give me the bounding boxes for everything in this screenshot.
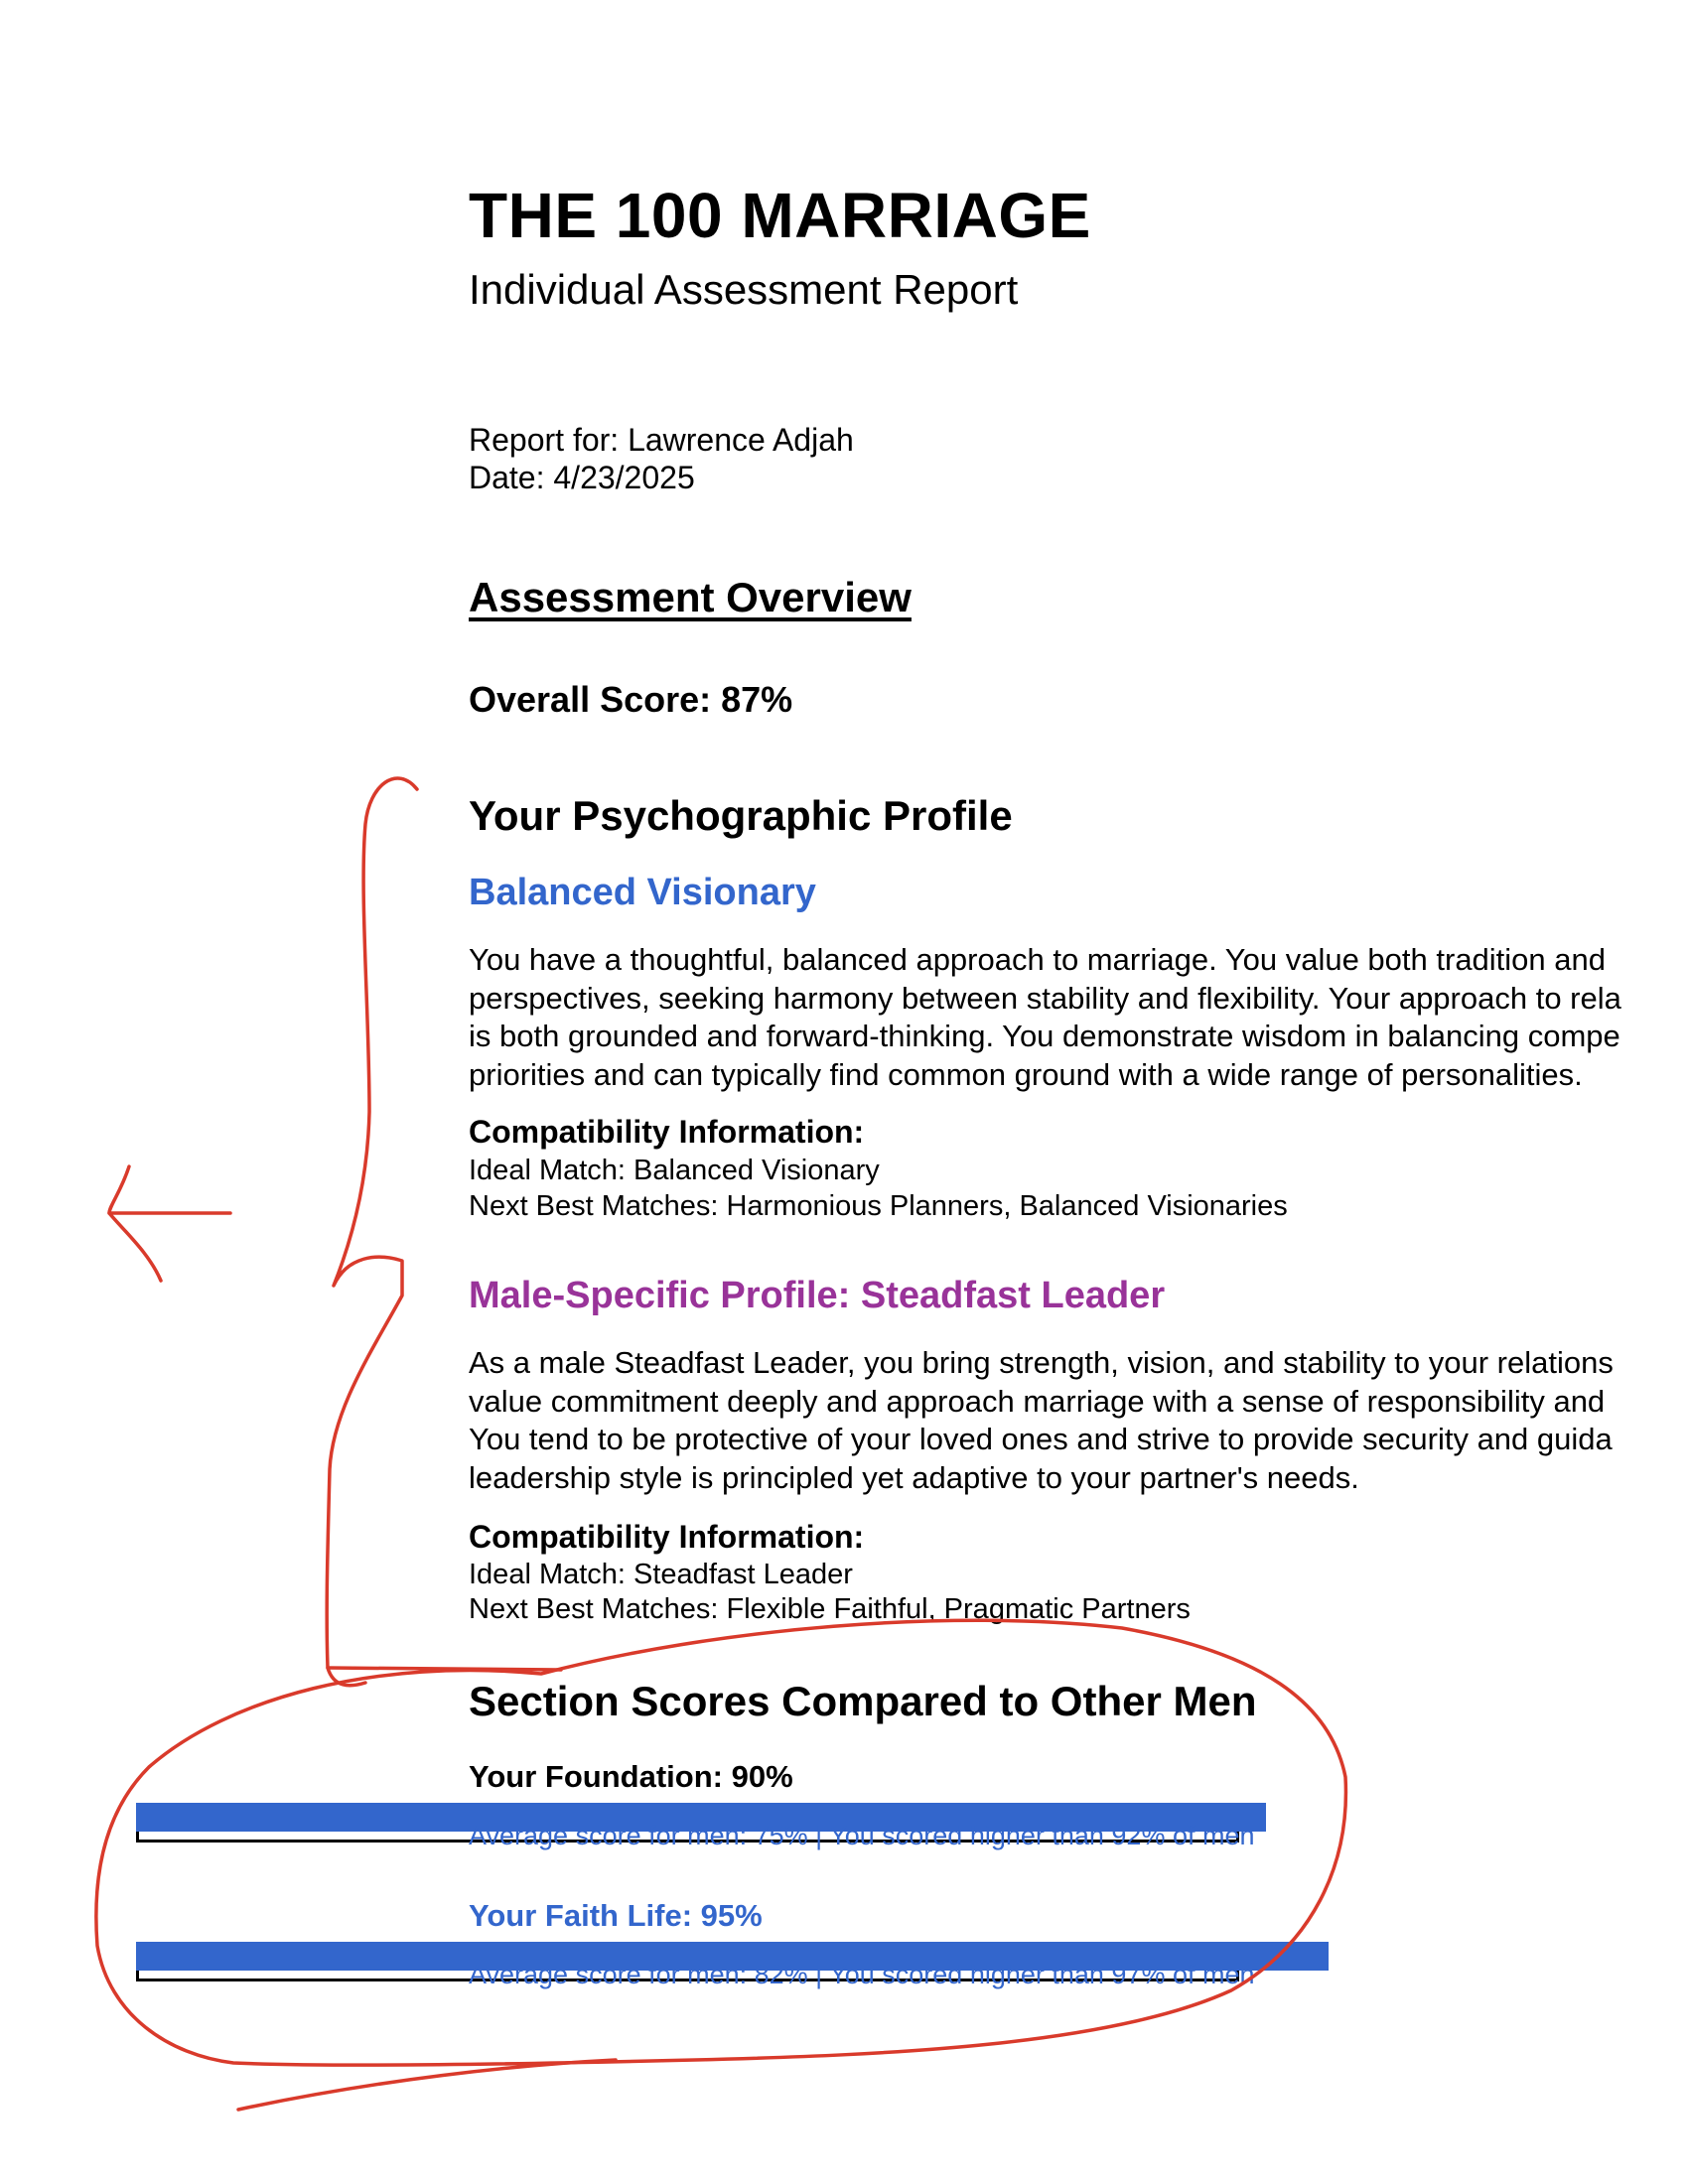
male-profile-title: Male-Specific Profile: Steadfast Leader	[469, 1275, 1166, 1316]
score-average-text: Average score for men: 82% | You scored …	[469, 1960, 1255, 1989]
score-label-faith-life: Your Faith Life: 95%	[469, 1898, 763, 1933]
score-label-foundation: Your Foundation: 90%	[469, 1759, 793, 1794]
description-line: perspectives, seeking harmony between st…	[469, 980, 1621, 1016]
description-line: is both grounded and forward-thinking. Y…	[469, 1019, 1620, 1053]
profile-name: Balanced Visionary	[469, 872, 816, 913]
compat-heading: Compatibility Information:	[469, 1519, 865, 1555]
report-subtitle: Individual Assessment Report	[469, 266, 1019, 313]
red-arrow-head	[107, 1164, 163, 1283]
score-average-text: Average score for men: 75% | You scored …	[469, 1821, 1255, 1850]
description-line: leadership style is principled yet adapt…	[469, 1459, 1359, 1495]
red-brace-tail	[326, 1666, 563, 1672]
description-line: value commitment deeply and approach mar…	[469, 1383, 1606, 1419]
description-line: You have a thoughtful, balanced approach…	[469, 942, 1607, 977]
report-for: Report for: Lawrence Adjah	[469, 422, 854, 458]
description-line: You tend to be protective of your loved …	[469, 1422, 1613, 1456]
next-best-matches: Next Best Matches: Flexible Faithful, Pr…	[469, 1593, 1191, 1625]
psychographic-heading: Your Psychographic Profile	[469, 792, 1013, 839]
description-line: priorities and can typically find common…	[469, 1056, 1583, 1092]
overall-score: Overall Score: 87%	[469, 679, 793, 720]
section-scores-heading: Section Scores Compared to Other Men	[469, 1678, 1257, 1724]
male-profile-description: As a male Steadfast Leader, you bring st…	[469, 1344, 1688, 1497]
next-best-matches: Next Best Matches: Harmonious Planners, …	[469, 1190, 1288, 1222]
description-line: As a male Steadfast Leader, you bring st…	[469, 1345, 1614, 1380]
report-title: THE 100 MARRIAGE	[469, 180, 1091, 251]
red-curly-brace	[325, 776, 419, 1688]
report-date: Date: 4/23/2025	[469, 460, 695, 495]
profile-description: You have a thoughtful, balanced approach…	[469, 941, 1688, 1094]
ideal-match: Ideal Match: Steadfast Leader	[469, 1559, 853, 1590]
red-circle-tail	[236, 2058, 618, 2112]
compat-heading: Compatibility Information:	[469, 1114, 865, 1150]
overview-heading: Assessment Overview	[469, 574, 912, 620]
ideal-match: Ideal Match: Balanced Visionary	[469, 1155, 880, 1186]
